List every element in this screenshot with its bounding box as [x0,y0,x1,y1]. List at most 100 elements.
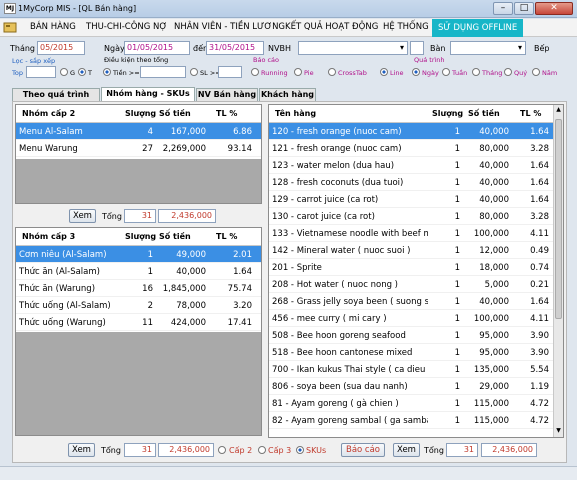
menu-nhan-vien-tien-luong[interactable]: NHÂN VIÊN - TIỀN LƯƠNG [174,22,285,32]
cell-sluong: 1 [454,246,460,256]
scroll-thumb[interactable] [555,119,562,319]
cap3-radio[interactable] [258,446,266,454]
table-row[interactable]: 123 - water melon (dua hau) 1 40,000 1.64 [269,157,563,174]
close-button[interactable]: ✕ [535,2,573,15]
tab-theo-qua-trinh[interactable]: Theo quá trình [12,88,100,101]
xem-cap2-button[interactable]: Xem [69,209,96,223]
thang-radio[interactable] [472,68,480,76]
table-row[interactable]: 129 - carrot juice (ca rot) 1 40,000 1.64 [269,191,563,208]
table-row[interactable]: 82 - Ayam goreng sambal ( ga sambal ) 1 11… [269,412,563,429]
cell-nhom: Thức ăn (Al-Salam) [19,267,100,277]
chevron-down-icon: ▾ [399,43,404,52]
menu-thu-chi-cong-no[interactable]: THU-CHI-CÔNG NỢ [86,22,167,32]
sl-input[interactable] [218,66,242,78]
cell-tl: 4.11 [530,229,549,239]
den-input[interactable]: 31/05/2015 [206,41,264,55]
quy-radio[interactable] [504,68,512,76]
table-row[interactable]: 518 - Bee hoon cantonese mixed 1 95,000 3.9… [269,344,563,361]
table-row[interactable]: 120 - fresh orange (nuoc cam) 1 40,000 1.64 [269,123,563,140]
bao-cao-button[interactable]: Báo cáo [341,443,385,457]
nam-radio[interactable] [532,68,540,76]
table-row[interactable]: 142 - Mineral water ( nuoc suoi ) 1 12,000… [269,242,563,259]
ngay-input[interactable]: 01/05/2015 [124,41,190,55]
maximize-button[interactable]: □ [514,2,534,15]
vertical-scrollbar[interactable]: ▲ ▼ [553,105,563,437]
cell-tl: 4.72 [530,399,549,409]
cap3-label: Cấp 3 [268,446,292,455]
scroll-down-icon[interactable]: ▼ [555,427,562,434]
crosstab-radio[interactable] [328,68,336,76]
ngay-radio[interactable] [412,68,420,76]
thang-input[interactable]: 05/2015 [37,41,85,55]
tong-items-qty: 31 [446,443,478,457]
table-row[interactable]: Thức ăn (Warung) 16 1,845,000 75.74 [16,280,261,297]
sl-radio[interactable] [190,68,198,76]
table-row[interactable]: Thức uống (Warung) 11 424,000 17.41 [16,314,261,331]
minimize-button[interactable]: – [493,2,513,15]
cell-so-tien: 80,000 [479,212,509,222]
ban-select[interactable]: ▾ [450,41,526,55]
table-row[interactable]: 130 - carot juice (ca rot) 1 80,000 3.28 [269,208,563,225]
menu-ket-qua-hoat-dong[interactable]: KẾT QUẢ HOẠT ĐỘNG [285,22,378,32]
table-row[interactable]: 81 - Ayam goreng ( gà chien ) 1 115,000 4.7… [269,395,563,412]
cell-ten-hang: 268 - Grass jelly soya been ( suong sa..… [272,297,428,307]
tab-khach-hang[interactable]: Khách hàng [259,88,316,101]
running-radio[interactable] [251,68,259,76]
table-row[interactable]: 700 - Ikan kukus Thai style ( ca dieu ho… [269,361,563,378]
menu-ban-hang[interactable]: BÁN HÀNG [30,22,76,32]
tuan-radio[interactable] [442,68,450,76]
tab-nv-ban-hang[interactable]: NV Bán hàng [196,88,258,101]
g-radio[interactable] [60,68,68,76]
tong-label: Tổng [101,446,121,455]
col-tl[interactable]: TL % [520,105,541,123]
table-row[interactable]: 128 - fresh coconuts (dua tuoi) 1 40,000 1.… [269,174,563,191]
cell-tl: 1.64 [530,127,549,137]
table-row[interactable]: 201 - Sprite 1 18,000 0.74 [269,259,563,276]
cell-nhom: Cơm niêu (Al-Salam) [19,250,107,260]
col-tl[interactable]: TL % [216,105,237,123]
col-so-tien[interactable]: Số tiền [159,228,191,246]
nvbh-select[interactable]: ▾ [298,41,408,55]
table-row[interactable]: 268 - Grass jelly soya been ( suong sa..… [269,293,563,310]
tab-nhom-hang-skus[interactable]: Nhóm hàng - SKUs [101,87,195,101]
col-so-tien[interactable]: Số tiền [159,105,191,123]
table-row[interactable]: Menu Warung 27 2,269,000 93.14 [16,140,261,157]
cell-ten-hang: 508 - Bee hoon goreng seafood [272,331,406,341]
xem-button[interactable]: Xem [68,443,95,457]
tien-radio[interactable] [103,68,111,76]
col-so-tien[interactable]: Số tiền [468,105,500,123]
ban-label: Bàn [430,44,446,53]
pie-radio[interactable] [294,68,302,76]
col-sluong[interactable]: Slượng [125,105,156,123]
table-row[interactable]: 806 - soya been (sua dau nanh) 1 29,000 1.1… [269,378,563,395]
scroll-up-icon[interactable]: ▲ [555,106,562,113]
table-row[interactable]: 121 - fresh orange (nuoc cam) 1 80,000 3.28 [269,140,563,157]
table-row[interactable]: 508 - Bee hoon goreng seafood 1 95,000 3.90 [269,327,563,344]
table-row[interactable]: 208 - Hot water ( nuoc nong ) 1 5,000 0.21 [269,276,563,293]
t-radio[interactable] [78,68,86,76]
table-row[interactable]: Menu Al-Salam 4 167,000 6.86 [16,123,261,140]
col-sluong[interactable]: Slượng [125,228,156,246]
xem-items-button[interactable]: Xem [393,443,420,457]
top-input[interactable] [26,66,56,78]
col-sluong[interactable]: Slượng [432,105,463,123]
table-row[interactable]: 456 - mee curry ( mi cary ) 1 100,000 4.11 [269,310,563,327]
skus-radio[interactable] [296,446,304,454]
col-nhom-cap-3[interactable]: Nhóm cấp 3 [22,228,75,246]
table-row[interactable]: Thức ăn (Al-Salam) 1 40,000 1.64 [16,263,261,280]
menu-su-dung-offline[interactable]: SỬ DỤNG OFFLINE [432,19,524,37]
table-row[interactable]: Thức uống (Al-Salam) 2 78,000 3.20 [16,297,261,314]
menu-he-thong[interactable]: HỆ THỐNG [383,22,429,32]
cell-so-tien: 167,000 [170,127,206,137]
col-tl[interactable]: TL % [216,228,237,246]
cell-so-tien: 95,000 [479,348,509,358]
tuan-label: Tuần [452,69,468,77]
table-row[interactable]: 133 - Vietnamese noodle with beef me... 1… [269,225,563,242]
line-radio[interactable] [380,68,388,76]
tien-input[interactable] [140,66,186,78]
cap2-radio[interactable] [218,446,226,454]
col-nhom-cap-2[interactable]: Nhóm cấp 2 [22,105,75,123]
table-row[interactable]: Cơm niêu (Al-Salam) 1 49,000 2.01 [16,246,261,263]
nvbh-extra-box[interactable] [410,41,424,55]
col-ten-hang[interactable]: Tên hàng [275,105,316,123]
